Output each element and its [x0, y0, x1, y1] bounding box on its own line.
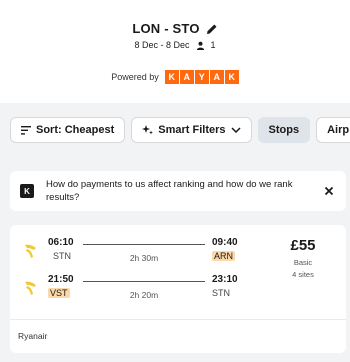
outbound-arrival-airport: ARN: [212, 251, 236, 261]
inbound-departure-time: 21:50: [48, 274, 74, 285]
inbound-duration: 2h 20m: [129, 290, 159, 300]
outbound-arrival-time: 09:40: [212, 237, 238, 248]
airlines-label: Airp: [327, 124, 350, 136]
route-title: LON - STO: [132, 21, 200, 36]
ryanair-harp-icon: [25, 244, 36, 258]
traveller-count: 1: [210, 40, 216, 50]
inbound-arrival-time: 23:10: [212, 274, 238, 285]
outbound-departure-airport: STN: [53, 251, 71, 261]
outbound-leg: 06:10 STN 2h 30m 09:40 ARN: [10, 237, 270, 267]
card-divider: [10, 319, 346, 320]
trip-dates: 8 Dec - 8 Dec: [134, 40, 190, 50]
inbound-arrival-airport: STN: [212, 288, 230, 298]
airlines-filter-button[interactable]: Airp: [316, 117, 350, 143]
kayak-logo: K A Y A K: [164, 70, 239, 84]
outbound-route-line: [83, 244, 205, 245]
close-icon[interactable]: [324, 186, 334, 196]
kayak-logo-letter: Y: [194, 70, 209, 84]
sort-icon: [21, 125, 31, 135]
route-row[interactable]: LON - STO: [0, 21, 350, 36]
outbound-duration: 2h 30m: [129, 253, 159, 263]
kayak-logo-letter: A: [179, 70, 194, 84]
kayak-logo-letter: K: [224, 70, 239, 84]
kayak-logo-letter: K: [164, 70, 179, 84]
powered-by-label: Powered by: [111, 72, 159, 82]
operating-airline: Ryanair: [18, 331, 48, 341]
outbound-departure-time: 06:10: [48, 237, 74, 248]
inbound-leg: 21:50 VST 2h 20m 23:10 STN: [10, 274, 270, 304]
smart-filters-label: Smart Filters: [158, 124, 226, 136]
sort-button[interactable]: Sort: Cheapest: [10, 117, 126, 143]
filter-bar: Sort: Cheapest Smart Filters Stops Airp: [10, 117, 350, 143]
kayak-logo-letter: A: [209, 70, 224, 84]
trip-meta: 8 Dec - 8 Dec 1: [0, 40, 350, 50]
stops-filter-button[interactable]: Stops: [257, 117, 311, 143]
price-block[interactable]: £55 Basic 4 sites: [278, 237, 328, 279]
inbound-departure-airport: VST: [48, 288, 70, 298]
chevron-down-icon: [230, 127, 241, 133]
results-area: Sort: Cheapest Smart Filters Stops Airp …: [0, 103, 350, 362]
price: £55: [290, 237, 316, 254]
edit-pencil-icon[interactable]: [206, 23, 218, 35]
ranking-info-banner[interactable]: K How do payments to us affect ranking a…: [10, 171, 346, 211]
person-icon: [196, 41, 204, 50]
powered-by: Powered by K A Y A K: [0, 70, 350, 84]
flight-result-card[interactable]: 06:10 STN 2h 30m 09:40 ARN 21:50 VST 2h …: [10, 225, 346, 353]
ranking-info-text[interactable]: How do payments to us affect ranking and…: [46, 178, 306, 204]
smart-filters-button[interactable]: Smart Filters: [131, 117, 252, 143]
provider-count: 4 sites: [292, 270, 314, 279]
kayak-k-icon: K: [20, 184, 34, 198]
fare-type: Basic: [293, 258, 313, 267]
inbound-route-line: [83, 281, 205, 282]
stops-label: Stops: [268, 124, 300, 136]
search-header: LON - STO 8 Dec - 8 Dec 1 Powered by K A…: [0, 0, 350, 103]
sort-label: Sort: Cheapest: [36, 124, 115, 136]
ryanair-harp-icon: [25, 281, 36, 295]
sparkle-icon: [142, 125, 154, 135]
